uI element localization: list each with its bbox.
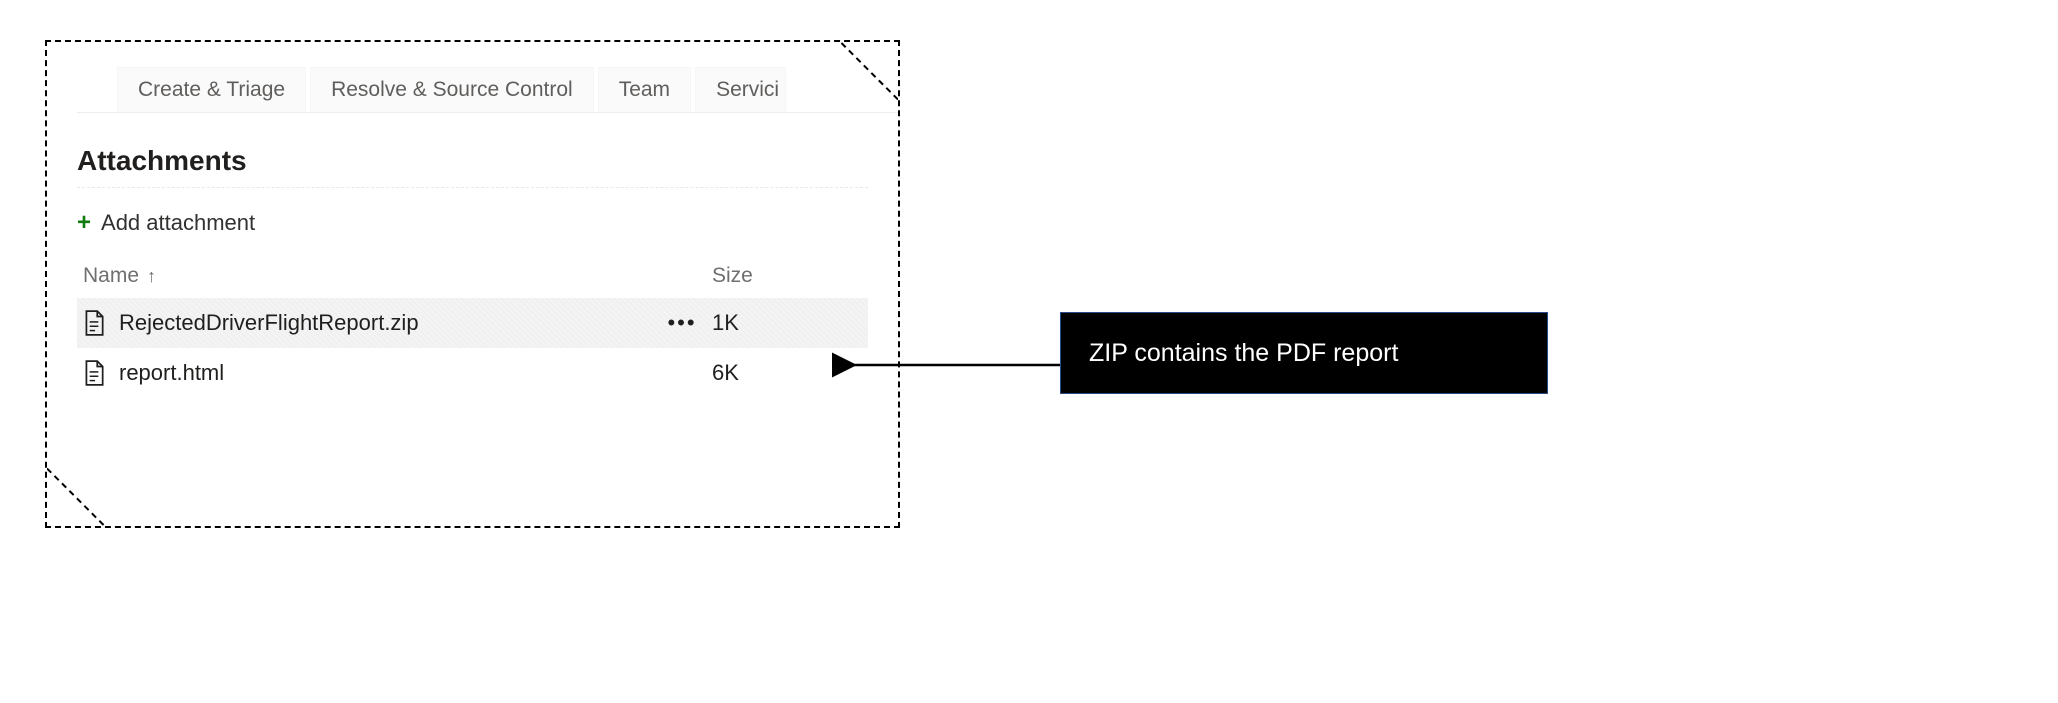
file-icon bbox=[83, 310, 105, 336]
screenshot-snip: Create & Triage Resolve & Source Control… bbox=[45, 40, 900, 528]
annotation-callout: ZIP contains the PDF report bbox=[1060, 312, 1548, 394]
sort-ascending-icon: ↑ bbox=[147, 266, 156, 287]
tab-team[interactable]: Team bbox=[598, 67, 691, 112]
tab-servicing-truncated[interactable]: Servici bbox=[695, 67, 786, 112]
add-attachment-button[interactable]: + Add attachment bbox=[77, 210, 868, 236]
column-header-size[interactable]: Size bbox=[712, 264, 862, 288]
table-header: Name ↑ Size bbox=[77, 264, 868, 298]
section-title-attachments: Attachments bbox=[77, 145, 868, 188]
column-header-name[interactable]: Name ↑ bbox=[83, 264, 652, 288]
file-icon bbox=[83, 360, 105, 386]
attachments-table: Name ↑ Size bbox=[77, 264, 868, 398]
tab-resolve-source[interactable]: Resolve & Source Control bbox=[310, 67, 594, 112]
file-name: report.html bbox=[119, 360, 224, 386]
row-actions-menu[interactable]: ••• bbox=[652, 310, 712, 336]
annotation-arrow bbox=[840, 350, 1065, 380]
add-attachment-label: Add attachment bbox=[101, 210, 255, 236]
table-row[interactable]: RejectedDriverFlightReport.zip ••• 1K bbox=[77, 298, 868, 348]
file-size: 1K bbox=[712, 310, 862, 336]
tab-create-triage[interactable]: Create & Triage bbox=[117, 67, 306, 112]
column-name-label: Name bbox=[83, 264, 139, 288]
callout-text: ZIP contains the PDF report bbox=[1089, 339, 1398, 368]
tab-bar: Create & Triage Resolve & Source Control… bbox=[77, 67, 898, 113]
file-name: RejectedDriverFlightReport.zip bbox=[119, 310, 419, 336]
plus-icon: + bbox=[77, 211, 91, 235]
table-row[interactable]: report.html 6K bbox=[77, 348, 868, 398]
